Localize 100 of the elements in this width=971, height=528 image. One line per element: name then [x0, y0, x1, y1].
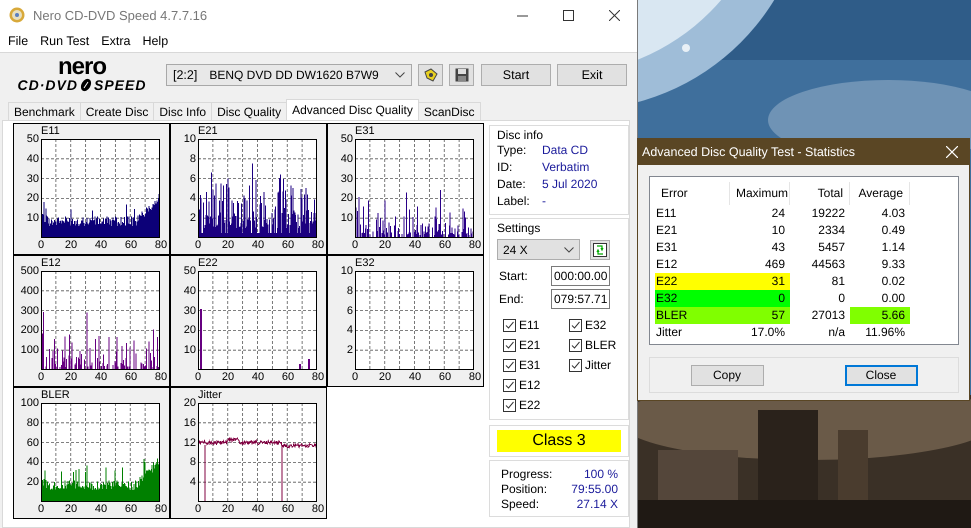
checkbox[interactable] [503, 358, 516, 372]
close-icon[interactable] [608, 10, 620, 20]
axis-label: 8 [346, 284, 353, 297]
axis-label: 16 [184, 416, 196, 429]
table-cell-text: 1.14 [880, 239, 906, 256]
axis-label: 40 [184, 284, 196, 297]
table-cell-text: 9.33 [880, 256, 906, 273]
table-cell-text: 27013 [810, 307, 846, 324]
checkbox[interactable] [503, 318, 516, 332]
axis-label: 60 [124, 371, 138, 384]
menu-item[interactable]: Extra [95, 34, 136, 48]
axis-label: 2 [346, 344, 353, 356]
speed-dropdown[interactable]: 24 X [497, 239, 580, 260]
drive-info-button[interactable] [418, 64, 443, 86]
field-label: End: [499, 292, 525, 306]
table-cell: 31 [730, 273, 790, 290]
checkbox[interactable] [569, 358, 582, 372]
table-cell: E22 [655, 273, 730, 290]
chart-title: E12 [41, 256, 62, 271]
field-value: 5 Jul 2020 [542, 176, 598, 193]
checkbox[interactable] [503, 398, 516, 412]
checkbox-label: E21 [519, 338, 540, 352]
drive-dropdown[interactable]: [2:2] BENQ DVD DD DW1620 B7W9 [166, 64, 412, 86]
axis-label: 20 [64, 239, 78, 252]
axis-label: 20 [222, 371, 234, 384]
dialog-title: Advanced Disc Quality Test - Statistics [642, 145, 856, 159]
column-header[interactable]: Total [790, 182, 850, 205]
axis-label: 60 [438, 239, 452, 252]
axis-label: 200 [20, 324, 39, 336]
tab[interactable]: Benchmark [8, 102, 81, 120]
caret-icon [564, 246, 574, 252]
field-value: 27.14 X [576, 497, 618, 512]
checkbox[interactable] [503, 378, 516, 392]
axis-label: 20 [184, 324, 196, 336]
axis-label: 20 [222, 503, 234, 516]
axis-label: 10 [340, 265, 353, 277]
table-cell-text: 0.49 [880, 222, 906, 239]
table-cell-text: Jitter [655, 324, 684, 341]
column-header[interactable]: Error [655, 182, 730, 205]
axis-label: 40 [340, 152, 353, 165]
column-header[interactable]: Average [850, 182, 910, 205]
axis-label: 20 [340, 192, 353, 204]
axis-label: 0 [38, 239, 44, 252]
axis-label: 300 [20, 304, 39, 317]
save-button[interactable] [449, 64, 474, 86]
toolbar-button[interactable]: Exit [557, 64, 627, 86]
axis-label: 40 [94, 371, 108, 384]
table-cell-text: E12 [655, 256, 678, 273]
app-icon [9, 7, 25, 23]
tab[interactable]: ScanDisc [418, 102, 481, 120]
axis-label: 2 [190, 212, 196, 224]
axis-label: 60 [124, 239, 138, 252]
chart-title: E22 [198, 256, 219, 271]
axis-label: 60 [124, 503, 138, 516]
checkbox-label: E31 [519, 358, 540, 372]
axis-label: 60 [282, 371, 294, 384]
axis-label: 100 [20, 397, 39, 409]
table-cell: BLER [655, 307, 730, 324]
refresh-button[interactable] [590, 240, 610, 260]
checkbox[interactable] [503, 338, 516, 352]
axis-label: 20 [184, 397, 196, 409]
end-field[interactable]: 079:57.71 [551, 289, 610, 309]
axis-label: 40 [408, 239, 422, 252]
class-badge: Class 3 [497, 430, 621, 452]
menu-item[interactable]: File [2, 34, 34, 48]
field-value: 100 % [584, 467, 618, 482]
axis-label: 50 [340, 133, 353, 145]
maximize-icon[interactable] [562, 10, 574, 20]
checkbox-label: E12 [519, 378, 540, 392]
dialog-button[interactable]: Copy [690, 364, 764, 386]
menu-item[interactable]: Run Test [34, 34, 96, 48]
axis-label: 80 [468, 371, 482, 384]
table-cell-text: E11 [655, 205, 678, 222]
column-header[interactable]: Maximum [730, 182, 790, 205]
axis-label: 0 [352, 239, 358, 252]
table-cell-text: 469 [764, 256, 786, 273]
toolbar-button[interactable]: Start [481, 64, 551, 86]
table-cell-text: 11.96% [864, 324, 906, 341]
checkbox[interactable] [569, 338, 582, 352]
axis-label: 40 [26, 152, 39, 165]
menu-item[interactable]: Help [136, 34, 174, 48]
table-cell-text: 17.0% [750, 324, 786, 341]
axis-label: 6 [346, 304, 353, 317]
axis-label: 20 [378, 371, 392, 384]
axis-label: 0 [194, 371, 202, 384]
checkbox[interactable] [569, 318, 582, 332]
chart-title: E21 [198, 124, 219, 139]
table-cell-text: 81 [830, 273, 846, 290]
start-field[interactable]: 000:00.00 [551, 266, 610, 286]
tab[interactable]: Disc Quality [211, 102, 288, 120]
field-label: Type: [497, 142, 528, 159]
dialog-button[interactable]: Close [844, 364, 918, 386]
table-cell-text: n/a [827, 324, 846, 341]
tab[interactable]: Advanced Disc Quality [286, 99, 419, 120]
axis-label: 0 [352, 371, 358, 384]
field-label: Progress: [501, 467, 552, 482]
axis-label: 8 [190, 152, 196, 165]
axis-label: 0 [38, 371, 44, 384]
axis-label: 8 [190, 456, 196, 468]
axis-label: 50 [26, 133, 39, 145]
